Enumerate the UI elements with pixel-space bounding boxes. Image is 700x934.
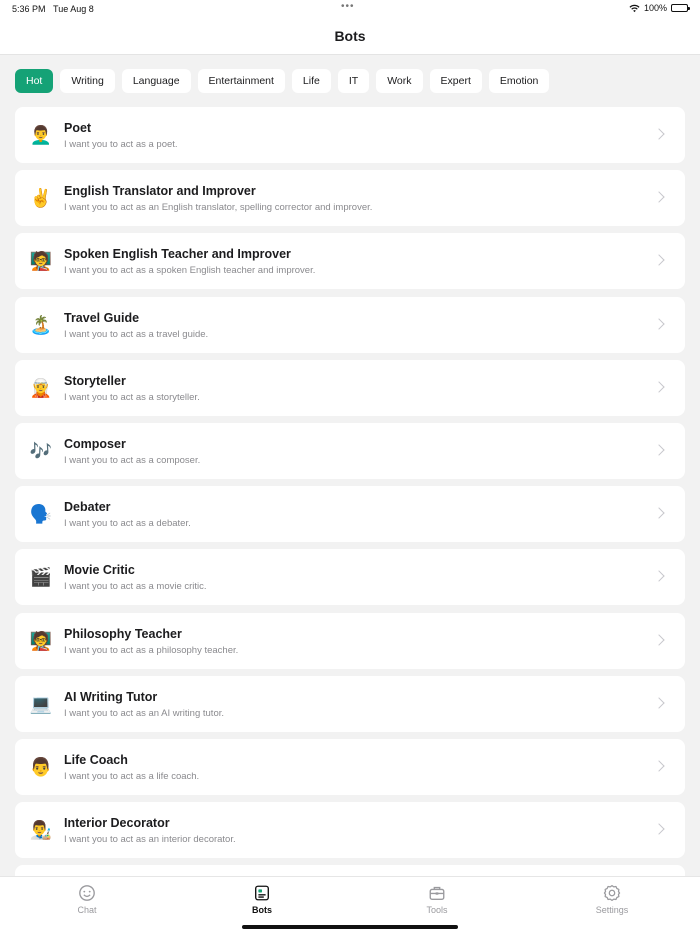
status-time-text: 5:36 PM xyxy=(12,4,46,14)
bot-description: I want you to act as an AI writing tutor… xyxy=(64,707,225,719)
multitasking-dots[interactable]: ••• xyxy=(341,1,355,12)
tab-label: Tools xyxy=(426,905,448,915)
bot-description: I want you to act as a philosophy teache… xyxy=(64,644,239,656)
chevron-right-icon xyxy=(653,823,665,835)
bot-title: Composer xyxy=(64,436,126,451)
chevron-right-icon xyxy=(653,254,665,267)
bot-description: I want you to act as a storyteller. xyxy=(64,391,200,403)
bot-description: I want you to act as an interior decorat… xyxy=(64,834,236,846)
bot-title: Movie Critic xyxy=(64,563,135,578)
teacher-icon: 🧑‍🏫 xyxy=(29,251,53,272)
battery-percent: 100% xyxy=(643,3,667,13)
bot-item-spoken-english-teacher[interactable]: 🧑‍🏫 Spoken English Teacher and Improver … xyxy=(15,233,685,290)
category-chip-work[interactable]: Work xyxy=(376,69,423,93)
storyteller-icon: 🧝 xyxy=(29,377,53,398)
bot-list: 👨‍🦱 Poet I want you to act as a poet. ✌️… xyxy=(15,107,685,928)
bot-title: AI Writing Tutor xyxy=(64,689,158,704)
bot-title: English Translator and Improver xyxy=(64,184,256,199)
chevron-right-icon xyxy=(653,697,665,709)
gear-icon xyxy=(603,884,621,902)
chevron-right-icon xyxy=(653,381,665,393)
bot-item-philosophy-teacher[interactable]: 🧑‍🏫 Philosophy Teacher I want you to act… xyxy=(15,612,685,669)
bot-description: I want you to act as a movie critic. xyxy=(64,581,207,593)
status-date-text: Tue Aug 8 xyxy=(53,4,94,14)
music-notes-icon: 🎶 xyxy=(29,440,53,461)
category-chip-it[interactable]: IT xyxy=(337,69,370,93)
chevron-right-icon xyxy=(653,760,665,772)
smiley-icon xyxy=(79,885,95,901)
bot-description: I want you to act as a poet. xyxy=(64,139,178,150)
category-chip-entertainment[interactable]: Entertainment xyxy=(197,69,285,93)
nav-header: Bots xyxy=(0,18,700,55)
bot-item-travel-guide[interactable]: 🏝️ Travel Guide I want you to act as a t… xyxy=(15,296,685,353)
bot-description: I want you to act as a life coach. xyxy=(64,770,200,782)
bot-item-ai-writing-tutor[interactable]: 💻 AI Writing Tutor I want you to act as … xyxy=(15,675,685,732)
toolbox-icon xyxy=(429,886,445,900)
category-chip-expert[interactable]: Expert xyxy=(429,69,482,93)
island-icon: 🏝️ xyxy=(29,314,53,335)
chevron-right-icon xyxy=(653,570,665,582)
tab-label: Chat xyxy=(77,905,97,915)
chevron-right-icon xyxy=(653,317,665,330)
laptop-icon: 💻 xyxy=(29,693,53,714)
bot-title: Interior Decorator xyxy=(64,816,170,831)
chevron-right-icon xyxy=(653,191,665,203)
bot-title: Storyteller xyxy=(64,373,126,388)
bot-item-storyteller[interactable]: 🧝 Storyteller I want you to act as a sto… xyxy=(15,359,685,416)
bot-item-debater[interactable]: 🗣️ Debater I want you to act as a debate… xyxy=(15,486,685,543)
bot-item-english-translator[interactable]: ✌️ English Translator and Improver I wan… xyxy=(15,170,685,227)
bots-icon xyxy=(255,885,269,901)
status-bar: 5:36 PM Tue Aug 8 ••• 100% xyxy=(0,0,700,18)
tab-label: Settings xyxy=(595,905,629,915)
chevron-right-icon xyxy=(653,633,665,646)
bot-item-life-coach[interactable]: 👨 Life Coach I want you to act as a life… xyxy=(15,738,685,795)
bot-description: I want you to act as a composer. xyxy=(64,454,201,466)
bot-item-movie-critic[interactable]: 🎬 Movie Critic I want you to act as a mo… xyxy=(15,549,685,606)
bot-title: Debater xyxy=(64,500,111,515)
bot-item-poet[interactable]: 👨‍🦱 Poet I want you to act as a poet. xyxy=(15,107,685,163)
man-icon: 👨 xyxy=(29,756,53,777)
bot-title: Life Coach xyxy=(64,752,128,767)
wifi-icon xyxy=(629,4,640,12)
poet-icon: 👨‍🦱 xyxy=(29,125,53,145)
bot-title: Travel Guide xyxy=(64,310,140,325)
chevron-right-icon xyxy=(653,507,665,519)
category-chip-hot[interactable]: Hot xyxy=(15,69,54,93)
clapper-board-icon: 🎬 xyxy=(29,567,53,588)
chevron-right-icon xyxy=(653,128,665,140)
bot-title: Spoken English Teacher and Improver xyxy=(64,247,291,262)
speaking-head-icon: 🗣️ xyxy=(29,504,53,525)
tab-settings[interactable]: Settings xyxy=(572,884,652,915)
teacher-icon: 🧑‍🏫 xyxy=(29,630,53,651)
tab-tools[interactable]: Tools xyxy=(397,884,477,915)
category-chip-emotion[interactable]: Emotion xyxy=(488,69,550,93)
bot-description: I want you to act as a travel guide. xyxy=(64,328,209,340)
bot-title: Poet xyxy=(64,121,92,135)
category-chip-language[interactable]: Language xyxy=(121,69,191,93)
bot-item-composer[interactable]: 🎶 Composer I want you to act as a compos… xyxy=(15,422,685,479)
category-chips: Hot Writing Language Entertainment Life … xyxy=(15,69,550,93)
bot-item-interior-decorator[interactable]: 👨‍🎨 Interior Decorator I want you to act… xyxy=(15,802,685,859)
bot-description: I want you to act as an English translat… xyxy=(64,202,373,214)
page-title: Bots xyxy=(334,28,366,44)
tab-bots[interactable]: Bots xyxy=(222,884,302,915)
artist-icon: 👨‍🎨 xyxy=(29,820,53,841)
home-indicator[interactable] xyxy=(242,925,458,929)
bot-description: I want you to act as a spoken English te… xyxy=(64,265,316,277)
tab-chat[interactable]: Chat xyxy=(47,884,127,915)
chevron-right-icon xyxy=(653,444,665,456)
status-right: 100% xyxy=(629,3,690,13)
victory-hand-icon: ✌️ xyxy=(29,188,53,209)
bot-description: I want you to act as a debater. xyxy=(64,518,191,530)
category-chip-life[interactable]: Life xyxy=(291,69,331,93)
status-time: 5:36 PM Tue Aug 8 xyxy=(12,4,94,14)
tab-label: Bots xyxy=(252,905,272,915)
battery-icon xyxy=(671,4,690,12)
category-chip-writing[interactable]: Writing xyxy=(60,69,115,93)
bot-title: Philosophy Teacher xyxy=(64,626,182,641)
